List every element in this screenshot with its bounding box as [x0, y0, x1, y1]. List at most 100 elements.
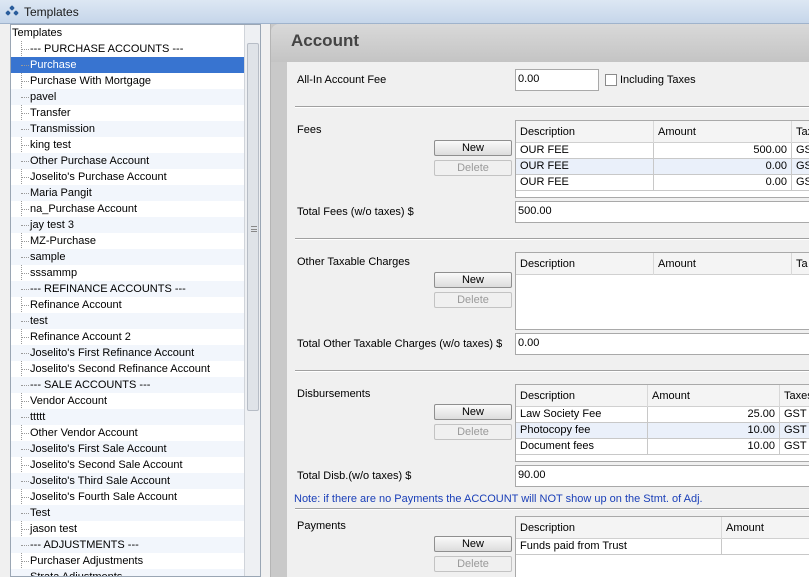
pay-col-amount[interactable]: Amount [722, 517, 809, 539]
tree-item[interactable]: Joselito's Purchase Account [11, 169, 260, 185]
payments-new-button[interactable]: New [434, 536, 512, 552]
table-row[interactable]: OUR FEE 500.00 GS [516, 143, 809, 159]
fees-col-amount[interactable]: Amount [654, 121, 792, 143]
disb-amount: 10.00 [648, 439, 780, 455]
other-taxable-delete-button[interactable]: Delete [434, 292, 512, 308]
including-taxes-checkbox[interactable] [605, 74, 617, 86]
disb-col-description[interactable]: Description [516, 385, 648, 407]
disb-col-taxes[interactable]: Taxes [780, 385, 809, 407]
tree-item[interactable]: king test [11, 137, 260, 153]
tree-item[interactable]: ttttt [11, 409, 260, 425]
disb-amount: 25.00 [648, 407, 780, 423]
tree-item[interactable]: Purchase [11, 57, 260, 73]
disb-description: Document fees [516, 439, 648, 455]
disbursements-delete-button[interactable]: Delete [434, 424, 512, 440]
tree-item[interactable]: na_Purchase Account [11, 201, 260, 217]
fee-description: OUR FEE [516, 143, 654, 159]
table-row[interactable]: Funds paid from Trust [516, 539, 809, 555]
tree-item[interactable]: Other Vendor Account [11, 425, 260, 441]
tree-item[interactable]: --- REFINANCE ACCOUNTS --- [11, 281, 260, 297]
table-row[interactable]: Law Society Fee 25.00 GST [516, 407, 809, 423]
tree-item[interactable]: pavel [11, 89, 260, 105]
other-col-amount[interactable]: Amount [654, 253, 792, 275]
tree-item[interactable]: Purchase With Mortgage [11, 73, 260, 89]
templates-tree[interactable]: Templates --- PURCHASE ACCOUNTS --- Purch… [10, 24, 261, 577]
other-col-tax[interactable]: Ta [792, 253, 809, 275]
tree-item[interactable]: Refinance Account 2 [11, 329, 260, 345]
table-row[interactable]: Document fees 10.00 GST [516, 439, 809, 455]
fee-amount: 0.00 [654, 175, 792, 191]
tree-item[interactable]: Joselito's First Refinance Account [11, 345, 260, 361]
tree-root[interactable]: Templates [11, 25, 260, 41]
payments-table[interactable]: Description Amount Funds paid from Trust [515, 516, 809, 577]
tree-item[interactable]: Joselito's Third Sale Account [11, 473, 260, 489]
tree-item[interactable]: --- SALE ACCOUNTS --- [11, 377, 260, 393]
including-taxes-label: Including Taxes [620, 74, 696, 86]
payments-table-header: Description Amount [516, 517, 809, 539]
tree-item[interactable]: --- ADJUSTMENTS --- [11, 537, 260, 553]
tree-item[interactable]: Refinance Account [11, 297, 260, 313]
table-row[interactable]: Photocopy fee 10.00 GST [516, 423, 809, 439]
tree-item[interactable]: jay test 3 [11, 217, 260, 233]
account-panel: Account All-In Account Fee 0.00 Includin… [270, 24, 809, 577]
tree-item[interactable]: jason test [11, 521, 260, 537]
tree-item[interactable]: test [11, 313, 260, 329]
disb-description: Law Society Fee [516, 407, 648, 423]
tree-item[interactable]: Joselito's Fourth Sale Account [11, 489, 260, 505]
total-fees-input[interactable]: 500.00 [515, 201, 809, 223]
other-col-description[interactable]: Description [516, 253, 654, 275]
fee-tax: GS [792, 159, 809, 175]
disbursements-new-button[interactable]: New [434, 404, 512, 420]
other-taxable-table[interactable]: Description Amount Ta [515, 252, 809, 330]
payments-delete-button[interactable]: Delete [434, 556, 512, 572]
total-disb-input[interactable]: 90.00 [515, 465, 809, 487]
tree-item[interactable]: Test [11, 505, 260, 521]
tree-items: --- PURCHASE ACCOUNTS --- Purchase Purchas… [11, 41, 260, 576]
all-in-fee-input[interactable]: 0.00 [515, 69, 599, 91]
payment-description: Funds paid from Trust [516, 539, 722, 555]
tree-item[interactable]: sample [11, 249, 260, 265]
fees-table-header: Description Amount Tax [516, 121, 809, 143]
payment-amount [722, 539, 809, 555]
disb-tax: GST [780, 407, 809, 423]
grip-icon [251, 226, 257, 232]
disb-tax: GST [780, 439, 809, 455]
tree-item[interactable]: sssammp [11, 265, 260, 281]
disbursements-table[interactable]: Description Amount Taxes Law Society Fee… [515, 384, 809, 462]
other-taxable-new-button[interactable]: New [434, 272, 512, 288]
total-fees-label: Total Fees (w/o taxes) $ [297, 206, 414, 218]
tree-item[interactable]: Joselito's Second Refinance Account [11, 361, 260, 377]
other-taxable-table-header: Description Amount Ta [516, 253, 809, 275]
fee-tax: GS [792, 143, 809, 159]
tree-item[interactable]: Vendor Account [11, 393, 260, 409]
tree-item[interactable]: Strata Adjustments [11, 569, 260, 576]
pay-col-description[interactable]: Description [516, 517, 722, 539]
fee-amount: 0.00 [654, 159, 792, 175]
fees-col-description[interactable]: Description [516, 121, 654, 143]
window-title: Templates [24, 4, 79, 19]
tree-item[interactable]: Transfer [11, 105, 260, 121]
tree-scroll-thumb[interactable] [247, 43, 259, 411]
fees-table[interactable]: Description Amount Tax OUR FEE 500.00 GS… [515, 120, 809, 198]
tree-item[interactable]: Purchaser Adjustments [11, 553, 260, 569]
fee-description: OUR FEE [516, 175, 654, 191]
tree-scrollbar[interactable] [244, 25, 260, 576]
total-other-taxable-input[interactable]: 0.00 [515, 333, 809, 355]
tree-item[interactable]: Other Purchase Account [11, 153, 260, 169]
fees-new-button[interactable]: New [434, 140, 512, 156]
payments-label: Payments [297, 520, 346, 532]
tree-item[interactable]: --- PURCHASE ACCOUNTS --- [11, 41, 260, 57]
tree-item[interactable]: Joselito's First Sale Account [11, 441, 260, 457]
account-panel-header: Account [271, 24, 809, 62]
tree-item[interactable]: Joselito's Second Sale Account [11, 457, 260, 473]
fee-amount: 500.00 [654, 143, 792, 159]
disb-col-amount[interactable]: Amount [648, 385, 780, 407]
templates-icon [4, 4, 20, 19]
tree-item[interactable]: Transmission [11, 121, 260, 137]
table-row[interactable]: OUR FEE 0.00 GS [516, 159, 809, 175]
fees-col-tax[interactable]: Tax [792, 121, 809, 143]
tree-item[interactable]: Maria Pangit [11, 185, 260, 201]
fees-delete-button[interactable]: Delete [434, 160, 512, 176]
tree-item[interactable]: MZ-Purchase [11, 233, 260, 249]
table-row[interactable]: OUR FEE 0.00 GS [516, 175, 809, 191]
